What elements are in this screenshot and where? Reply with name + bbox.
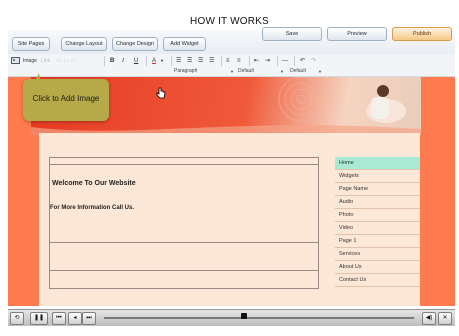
welcome-heading[interactable]: Welcome To Our Website	[52, 180, 136, 187]
chevron-down-icon[interactable]: ▼	[280, 68, 284, 75]
toolbar-separator	[294, 56, 295, 66]
outdent-icon[interactable]: ⇤	[254, 57, 259, 65]
content-text-block[interactable]	[49, 157, 319, 289]
chevron-down-icon[interactable]: ▼	[230, 68, 234, 75]
editor-top-bar: Site Pages Change Layout Change Design A…	[8, 27, 455, 55]
site-navigation: Home Widgets Page Name Audio Photo Video…	[335, 157, 420, 287]
numbered-list-icon[interactable]: ≡	[237, 57, 241, 65]
nav-item-services[interactable]: Services	[335, 248, 420, 261]
text-color-button[interactable]: A	[152, 57, 156, 65]
insert-image-label[interactable]: Image	[23, 57, 37, 65]
formatting-toolbar: Image Link ▭ ▭ ▭ B I U A ▼ ☰ ☰ ☰ ☰ ≡ ≡ ⇤…	[8, 54, 455, 77]
font-select[interactable]: Default	[238, 68, 254, 75]
nav-item-about-us[interactable]: About Us	[335, 261, 420, 274]
nav-item-contact-us[interactable]: Contact Us	[335, 274, 420, 287]
add-image-tooltip[interactable]: Click to Add Image	[23, 73, 109, 121]
link-button[interactable]: Link	[41, 57, 50, 65]
nav-item-video[interactable]: Video	[335, 222, 420, 235]
toolbar-separator	[171, 56, 172, 66]
info-text[interactable]: For More Information Call Us.	[50, 205, 134, 211]
pause-icon[interactable]: ❚❚	[30, 312, 48, 325]
change-layout-button[interactable]: Change Layout	[61, 37, 107, 51]
close-icon[interactable]: ✕	[438, 312, 452, 325]
toolbar-separator	[104, 56, 105, 66]
horizontal-rule-icon[interactable]: —	[282, 57, 288, 65]
nav-item-page-1[interactable]: Page 1	[335, 235, 420, 248]
preview-button[interactable]: Preview	[327, 27, 387, 41]
tooltip-text: Click to Add Image	[32, 94, 100, 103]
image-icon[interactable]	[11, 57, 20, 65]
nav-item-home[interactable]: Home	[335, 157, 420, 170]
volume-icon[interactable]: ◀)	[422, 312, 436, 325]
nav-item-page-name[interactable]: Page Name	[335, 183, 420, 196]
publish-button[interactable]: Publish	[392, 27, 452, 41]
progress-thumb[interactable]	[240, 313, 247, 319]
align-justify-icon[interactable]: ☰	[209, 57, 214, 65]
toolbar-separator	[249, 56, 250, 66]
site-pages-button[interactable]: Site Pages	[12, 37, 50, 51]
nav-item-photo[interactable]: Photo	[335, 209, 420, 222]
underline-button[interactable]: U	[134, 57, 138, 65]
hand-cursor-icon	[156, 86, 166, 104]
bold-button[interactable]: B	[110, 57, 114, 65]
divider	[50, 164, 318, 165]
align-center-icon[interactable]: ☰	[187, 57, 192, 65]
divider	[50, 242, 318, 243]
nav-item-widgets[interactable]: Widgets	[335, 170, 420, 183]
chevron-down-icon[interactable]: ▼	[318, 68, 322, 75]
progress-track[interactable]	[104, 317, 414, 319]
redo-icon[interactable]: ↷	[311, 57, 316, 65]
undo-icon[interactable]: ↶	[300, 57, 305, 65]
bullet-list-icon[interactable]: ≡	[226, 57, 230, 65]
divider	[50, 270, 318, 271]
nav-item-audio[interactable]: Audio	[335, 196, 420, 209]
toolbar-separator	[277, 56, 278, 66]
step-back-icon[interactable]: ◂	[68, 312, 82, 325]
add-widget-button[interactable]: Add Widget	[163, 37, 206, 51]
chevron-down-icon[interactable]: ▼	[160, 57, 164, 65]
save-button[interactable]: Save	[262, 27, 322, 41]
toolbar-separator	[221, 56, 222, 66]
replay-icon[interactable]: ⟲	[10, 312, 24, 325]
change-design-button[interactable]: Change Design	[112, 37, 158, 51]
italic-button[interactable]: I	[122, 57, 124, 65]
align-left-icon[interactable]: ☰	[176, 57, 181, 65]
format-select[interactable]: Paragraph	[174, 68, 197, 75]
fast-forward-icon[interactable]: ⏭	[82, 312, 96, 325]
toolbar-separator	[146, 56, 147, 66]
indent-icon[interactable]: ⇥	[265, 57, 270, 65]
page-title: HOW IT WORKS	[190, 16, 269, 27]
disabled-tools-icon: ▭ ▭ ▭	[56, 58, 77, 64]
skip-back-icon[interactable]: ⏮	[52, 312, 66, 325]
video-player-controls: ⟲ ❚❚ ⏮ ◂ ⏭ ◀) ✕	[8, 309, 455, 326]
size-select[interactable]: Default	[290, 68, 306, 75]
align-right-icon[interactable]: ☰	[198, 57, 203, 65]
